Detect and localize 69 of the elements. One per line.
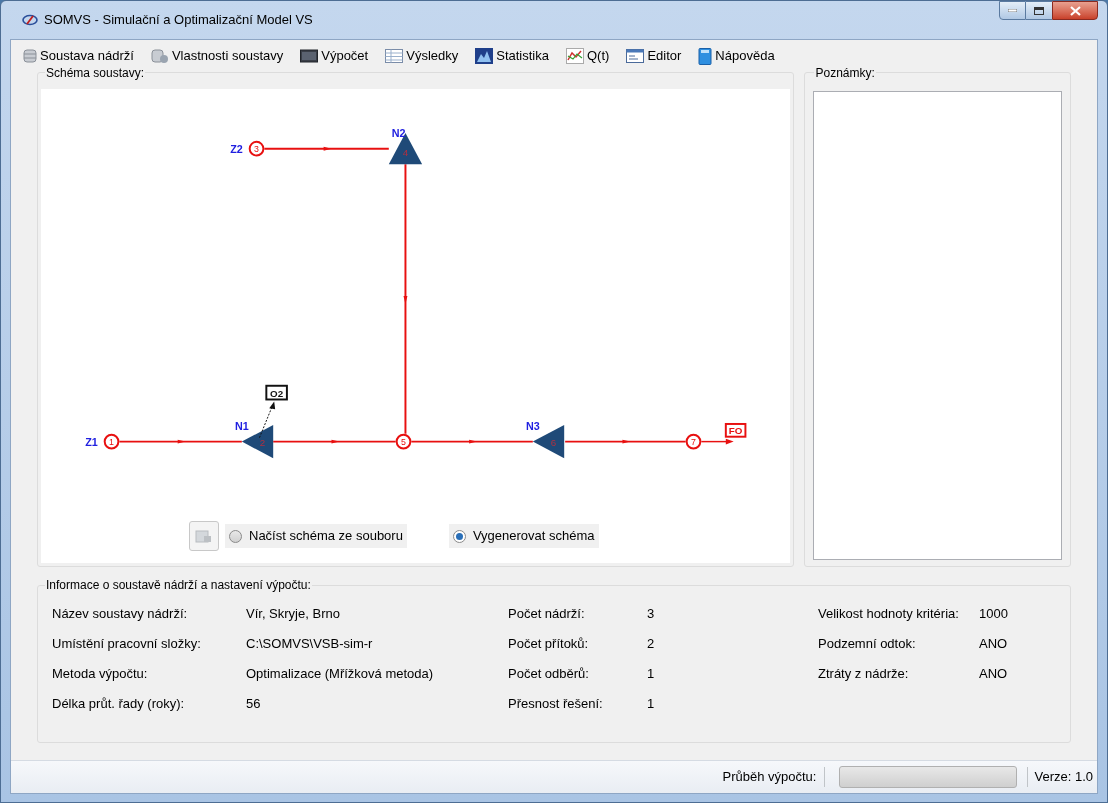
info-label: Název soustavy nádrží: [52, 605, 189, 624]
node-circle: 7 [685, 433, 702, 450]
close-button[interactable] [1052, 1, 1098, 20]
menu-item[interactable]: Výpočet [300, 45, 369, 67]
minimize-icon [1008, 9, 1017, 12]
info-value: Vír, Skryje, Brno [246, 605, 340, 624]
chart-icon [475, 48, 494, 64]
info-value: 3 [647, 605, 655, 624]
info-value: C:\SOMVS\VSB-sim-r [246, 635, 373, 654]
book-icon [698, 47, 713, 65]
info-label: Počet odběrů: [508, 665, 590, 684]
menu-item[interactable]: Vlastnosti soustavy [150, 45, 284, 67]
progress-label: Průběh výpočtu: [722, 767, 826, 787]
info-label: Přesnost řešení: [508, 695, 604, 714]
maximize-icon [1034, 6, 1044, 15]
folder-icon [195, 528, 213, 544]
menu-item[interactable]: Výsledky [385, 45, 459, 67]
radio-button[interactable] [452, 529, 466, 543]
database-settings-icon [150, 48, 169, 64]
node-circle: 1 [103, 433, 120, 450]
app-logo-icon [22, 14, 38, 26]
outflow-arrow [700, 438, 734, 445]
info-value: 56 [246, 695, 261, 714]
radio-option[interactable]: Načíst schéma ze souboru [225, 524, 407, 548]
radio-button[interactable] [229, 529, 242, 543]
minimize-button[interactable] [999, 1, 1026, 20]
info-label: Počet přítoků: [508, 635, 590, 654]
radio-option[interactable]: Vygenerovat schéma [448, 524, 599, 548]
info-value: Optimalizace (Mřížková metoda) [246, 665, 434, 684]
menu-item[interactable]: Q(t) [566, 45, 610, 67]
info-label: Ztráty z nádrže: [818, 665, 910, 684]
node-label: N3 [525, 419, 540, 432]
node-circle: 5 [395, 433, 412, 450]
info-value: 1 [647, 665, 655, 684]
notes-field[interactable] [813, 91, 1062, 560]
menu-item[interactable]: Nápověda [698, 45, 775, 67]
monitor-icon [300, 49, 319, 63]
version-label: Verze: 1.0 [1027, 767, 1093, 787]
form-icon [626, 49, 645, 63]
node-label: Z2 [230, 142, 243, 155]
info-label: Umístění pracovní složky: [52, 635, 202, 654]
withdrawal-arrow [259, 401, 276, 439]
menu-item[interactable]: Editor [626, 45, 682, 67]
info-value: 1000 [979, 605, 1008, 624]
node-label: N1 [234, 419, 249, 432]
close-icon [1069, 5, 1081, 16]
info-value: ANO [979, 635, 1008, 654]
node-label: Z1 [85, 435, 98, 448]
info-value: 2 [647, 635, 655, 654]
node-circle: 3 [248, 140, 265, 157]
withdrawal-box: O2 [265, 384, 288, 401]
info-label: Délka průt. řady (roky): [52, 695, 186, 714]
menu-item[interactable]: Statistika [475, 45, 549, 67]
node-label: N2 [391, 126, 406, 139]
group-title: Schéma soustavy: [45, 66, 146, 80]
table-icon [385, 49, 404, 63]
info-label: Metoda výpočtu: [52, 665, 149, 684]
outflow-box: FO [724, 423, 747, 438]
info-value: 1 [647, 695, 655, 714]
maximize-button[interactable] [1026, 1, 1052, 20]
info-label: Velikost hodnoty kritéria: [818, 605, 960, 624]
group-title: Poznámky: [814, 66, 876, 80]
database-icon [23, 48, 37, 64]
info-label: Počet nádrží: [508, 605, 586, 624]
info-label: Podzemní odtok: [818, 635, 917, 654]
info-value: ANO [979, 665, 1008, 684]
window-title: SOMVS - Simulační a Optimalizační Model VS [44, 11, 313, 30]
group-title: Informace o soustavě nádrží a nastavení výpočtu: [45, 578, 312, 592]
line-chart-icon [566, 48, 584, 64]
